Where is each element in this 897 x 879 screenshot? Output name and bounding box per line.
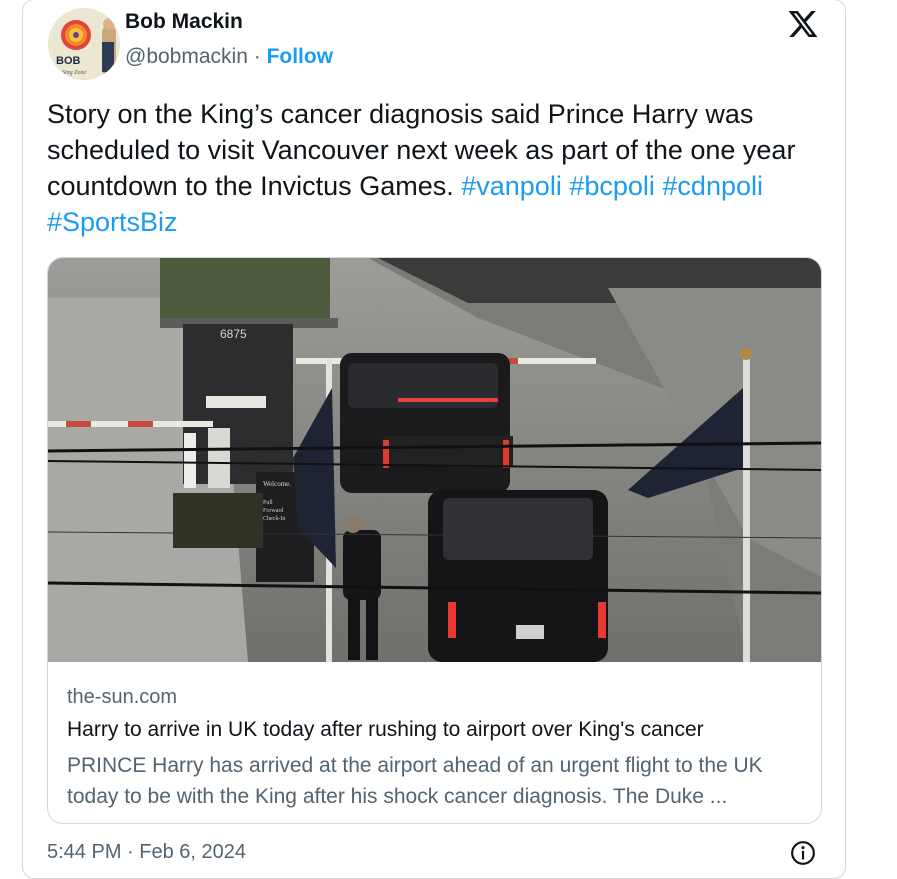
card-title: Harry to arrive in UK today after rushin… (67, 718, 704, 741)
hashtag-vanpoli[interactable]: #vanpoli (461, 171, 562, 201)
photo-welcome-line-1: Welcome. (263, 480, 291, 488)
handle-separator: · (253, 45, 261, 68)
photo-sign-number: 6875 (220, 327, 247, 341)
article-photo[interactable]: 6875 Welcome. Pull Forward Check-In (48, 258, 822, 662)
hashtag-bcpoli[interactable]: #bcpoli (569, 171, 655, 201)
photo-welcome-line-4: Check-In (263, 516, 285, 522)
timestamp-separator: · (127, 841, 134, 863)
link-preview-card[interactable]: 6875 Welcome. Pull Forward Check-In the-… (47, 257, 822, 824)
photo-welcome-line-3: Forward (263, 508, 283, 514)
tweet-time: 5:44 PM (47, 841, 122, 863)
x-logo-icon[interactable] (786, 8, 820, 40)
author-line: @bobmackin · Follow (125, 45, 333, 69)
author-handle[interactable]: @bobmackin (125, 45, 248, 68)
avatar-text: BOB (56, 55, 81, 67)
card-domain: the-sun.com (67, 686, 178, 708)
hashtag-sportsbiz[interactable]: #SportsBiz (47, 207, 178, 237)
author-name[interactable]: Bob Mackin (125, 10, 243, 34)
follow-button[interactable]: Follow (267, 45, 334, 68)
hashtag-cdnpoli[interactable]: #cdnpoli (662, 171, 763, 201)
avatar-subtext: Sing Zone (62, 70, 87, 76)
photo-welcome-line-2: Pull (263, 500, 273, 506)
tweet-date: Feb 6, 2024 (139, 841, 247, 863)
tweet-timestamp[interactable]: 5:44 PM · Feb 6, 2024 (47, 841, 246, 864)
tweet-text: Story on the King’s cancer diagnosis sai… (47, 96, 837, 240)
info-icon[interactable] (790, 840, 816, 866)
avatar[interactable]: BOB Sing Zone (48, 8, 120, 80)
card-description: PRINCE Harry has arrived at the airport … (67, 754, 763, 808)
